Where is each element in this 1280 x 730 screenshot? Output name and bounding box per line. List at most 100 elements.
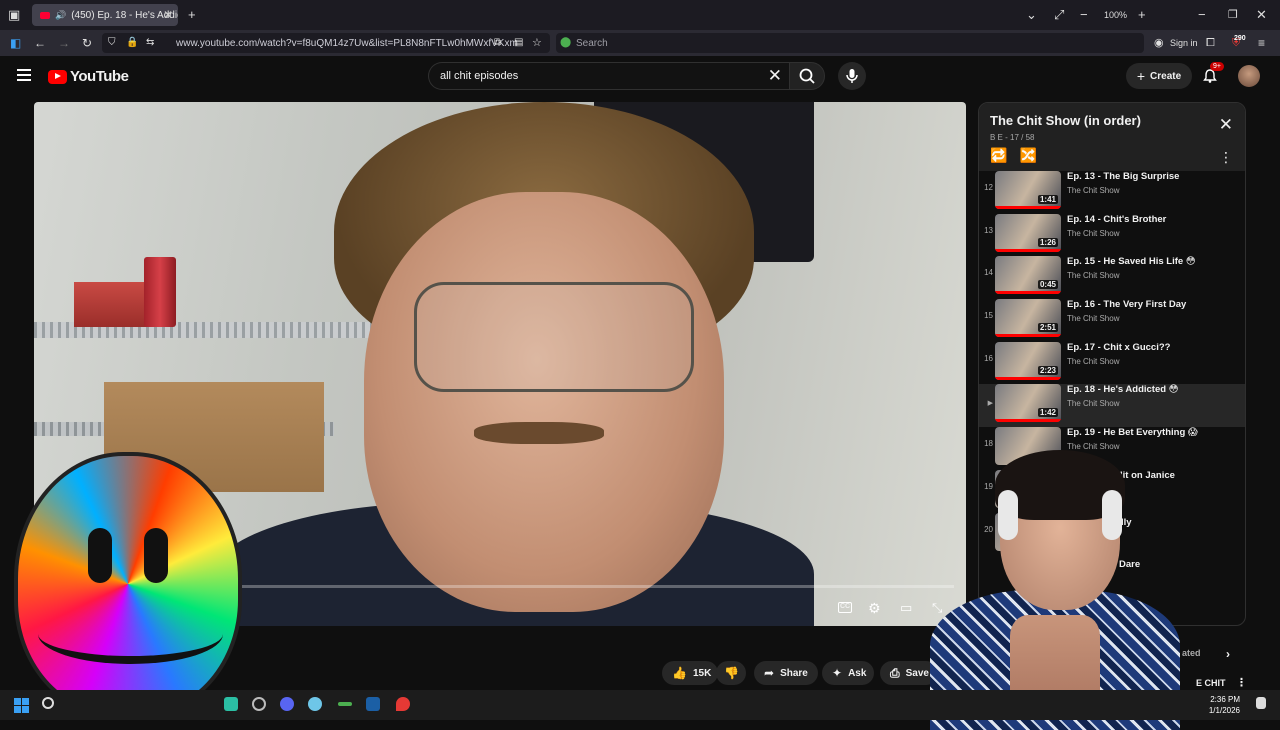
menu-icon[interactable]: ≡ xyxy=(1258,33,1265,53)
playlist-item-current[interactable]: ▶ 1:42 Ep. 18 - He's Addicted 😳 The Chit… xyxy=(979,384,1245,428)
playlist-item-title[interactable]: Ep. 15 - He Saved His Life 😳 xyxy=(1067,256,1196,267)
close-window-icon[interactable]: ✕ xyxy=(1256,6,1267,24)
more-vert-icon[interactable]: ⋮ xyxy=(1236,676,1247,689)
playlist-item-title[interactable]: Ep. 19 - He Bet Everything 😱 xyxy=(1067,427,1198,438)
psychedelic-smiley-overlay xyxy=(14,452,242,716)
youtube-logo[interactable]: YouTube xyxy=(48,68,129,85)
playlist-header: The Chit Show (in order) B E - 17 / 58 ✕… xyxy=(979,103,1245,171)
discord-taskbar-icon[interactable] xyxy=(280,697,294,711)
playlist-item[interactable]: 13 1:26 Ep. 14 - Chit's Brother The Chit… xyxy=(979,213,1245,257)
forward-icon[interactable]: → xyxy=(58,33,70,53)
playlist-item-title[interactable]: Ep. 18 - He's Addicted 😳 xyxy=(1067,384,1179,395)
app-taskbar-icon[interactable] xyxy=(224,697,238,711)
notification-center-icon[interactable] xyxy=(1256,697,1266,709)
steam-taskbar-icon[interactable] xyxy=(366,697,380,711)
user-avatar[interactable] xyxy=(1238,65,1260,87)
sidebar-icon[interactable]: ◧ xyxy=(10,33,21,53)
playlist-item-thumbnail[interactable]: 1:26 xyxy=(995,213,1061,252)
playlist-item-title[interactable]: Ep. 13 - The Big Surprise xyxy=(1067,171,1179,182)
account-icon[interactable]: ◉ xyxy=(1154,33,1164,53)
playlist-item-channel[interactable]: The Chit Show xyxy=(1067,357,1119,366)
headphones-left xyxy=(998,490,1018,540)
location-taskbar-icon[interactable] xyxy=(396,697,410,711)
dislike-button[interactable]: 👎 xyxy=(716,661,746,685)
playlist-item-title[interactable]: Ep. 16 - The Very First Day xyxy=(1067,299,1186,310)
extensions-icon[interactable]: ⧠ xyxy=(1206,33,1215,53)
playlist-item-thumbnail[interactable]: 2:51 xyxy=(995,299,1061,338)
chevron-right-icon[interactable]: › xyxy=(1226,647,1230,661)
playlist-title[interactable]: The Chit Show (in order) xyxy=(990,113,1141,128)
reload-icon[interactable]: ↻ xyxy=(82,33,92,53)
system-clock[interactable]: 2:36 PM 1/1/2026 xyxy=(1209,694,1240,716)
lock-icon[interactable]: 🔒 xyxy=(126,33,138,53)
search-input[interactable]: all chit episodes ✕ xyxy=(428,62,790,90)
playlist-item-channel[interactable]: The Chit Show xyxy=(1067,399,1119,408)
playlist-item-duration: 2:23 xyxy=(1037,365,1058,375)
zoom-out-icon[interactable]: − xyxy=(1080,6,1088,24)
loop-icon[interactable]: 🔁 xyxy=(990,147,1007,164)
browser-taskbar-icon[interactable] xyxy=(308,697,322,711)
playlist-item-channel[interactable]: The Chit Show xyxy=(1067,229,1119,238)
save-bookmark-icon: ⎙ xyxy=(890,665,900,680)
hamburger-menu-icon[interactable] xyxy=(17,69,31,84)
playlist-item-duration: 1:26 xyxy=(1037,237,1058,247)
ask-button[interactable]: ✦ Ask xyxy=(822,661,874,685)
share-button[interactable]: ➦ Share xyxy=(754,661,818,685)
playlist-item-thumbnail[interactable]: 1:41 xyxy=(995,171,1061,209)
create-label: Create xyxy=(1150,70,1182,82)
voice-search-button[interactable] xyxy=(838,62,866,90)
restore-icon[interactable]: ❐ xyxy=(1228,6,1238,24)
captions-button[interactable]: CC xyxy=(838,602,852,613)
playlist-item-channel[interactable]: The Chit Show xyxy=(1067,314,1119,323)
playlist-item-title[interactable]: Ep. 17 - Chit x Gucci?? xyxy=(1067,342,1170,353)
sign-in-link[interactable]: Sign in xyxy=(1170,33,1198,53)
windows-start-icon[interactable] xyxy=(14,698,29,713)
playlist-item[interactable]: 12 1:41 Ep. 13 - The Big Surprise The Ch… xyxy=(979,171,1245,214)
zoom-in-icon[interactable]: + xyxy=(1138,6,1146,24)
shuffle-icon[interactable]: 🔀 xyxy=(1019,147,1036,164)
resize-icon[interactable]: ⤢ xyxy=(1054,6,1064,24)
url-text: www.youtube.com/watch?v=f8uQM14z7Uw&list… xyxy=(176,37,518,49)
chevron-down-icon[interactable]: ⌄ xyxy=(1026,6,1037,24)
playlist-item[interactable]: 14 0:45 Ep. 15 - He Saved His Life 😳 The… xyxy=(979,256,1245,299)
url-bar[interactable]: www.youtube.com/watch?v=f8uQM14z7Uw&list… xyxy=(102,33,550,53)
create-button[interactable]: + Create xyxy=(1126,63,1192,89)
terminal-taskbar-icon[interactable] xyxy=(338,702,352,706)
search-engine-icon: ⬤ xyxy=(560,37,572,48)
playlist-item-thumbnail[interactable]: 2:23 xyxy=(995,341,1061,380)
search-button[interactable] xyxy=(789,62,825,90)
playlist-item-thumbnail[interactable]: 1:42 xyxy=(995,384,1061,423)
sparkle-icon: ✦ xyxy=(832,666,843,680)
search-taskbar-icon[interactable] xyxy=(42,697,54,709)
plus-icon: + xyxy=(1136,68,1146,84)
shield-icon[interactable]: ⛉ xyxy=(108,33,116,53)
speaker-icon[interactable]: 🔊 xyxy=(55,10,66,21)
playlist-item[interactable]: 15 2:51 Ep. 16 - The Very First Day The … xyxy=(979,299,1245,342)
search-icon xyxy=(799,68,815,84)
minimize-icon[interactable]: − xyxy=(1198,6,1206,24)
more-options-icon[interactable]: ⋮ xyxy=(1219,149,1233,166)
playlist-item-channel[interactable]: The Chit Show xyxy=(1067,186,1119,195)
new-tab-icon[interactable]: + xyxy=(188,6,196,24)
tab-active[interactable]: 🔊 (450) Ep. 18 - He's Addicted ✕ xyxy=(32,4,178,26)
close-playlist-icon[interactable]: ✕ xyxy=(1219,115,1233,135)
tab-overview-icon[interactable]: ▣ xyxy=(8,6,20,24)
like-button[interactable]: 👍 15K xyxy=(662,661,718,685)
permissions-icon[interactable]: ⇆ xyxy=(146,33,154,53)
back-icon[interactable]: ← xyxy=(34,33,46,53)
settings-gear-icon[interactable]: ⚙ xyxy=(868,600,881,617)
related-chip-fragment[interactable]: ated xyxy=(1182,648,1201,658)
playlist-item[interactable]: 16 2:23 Ep. 17 - Chit x Gucci?? The Chit… xyxy=(979,341,1245,385)
share-label: Share xyxy=(780,667,808,679)
browser-search-bar[interactable]: Search xyxy=(556,33,1144,53)
playlist-item-thumbnail[interactable]: 0:45 xyxy=(995,256,1061,295)
picture-in-picture-icon[interactable]: ⧉ xyxy=(494,33,501,53)
reader-view-icon[interactable]: ▤ xyxy=(514,33,523,53)
playlist-item-channel[interactable]: The Chit Show xyxy=(1067,271,1119,280)
settings-taskbar-icon[interactable] xyxy=(252,697,266,711)
clear-search-icon[interactable]: ✕ xyxy=(768,66,782,86)
playlist-position: B E - 17 / 58 xyxy=(990,133,1035,142)
close-tab-icon[interactable]: ✕ xyxy=(163,8,173,22)
playlist-item-title[interactable]: Ep. 14 - Chit's Brother xyxy=(1067,214,1166,225)
bookmark-star-icon[interactable]: ☆ xyxy=(532,33,542,53)
